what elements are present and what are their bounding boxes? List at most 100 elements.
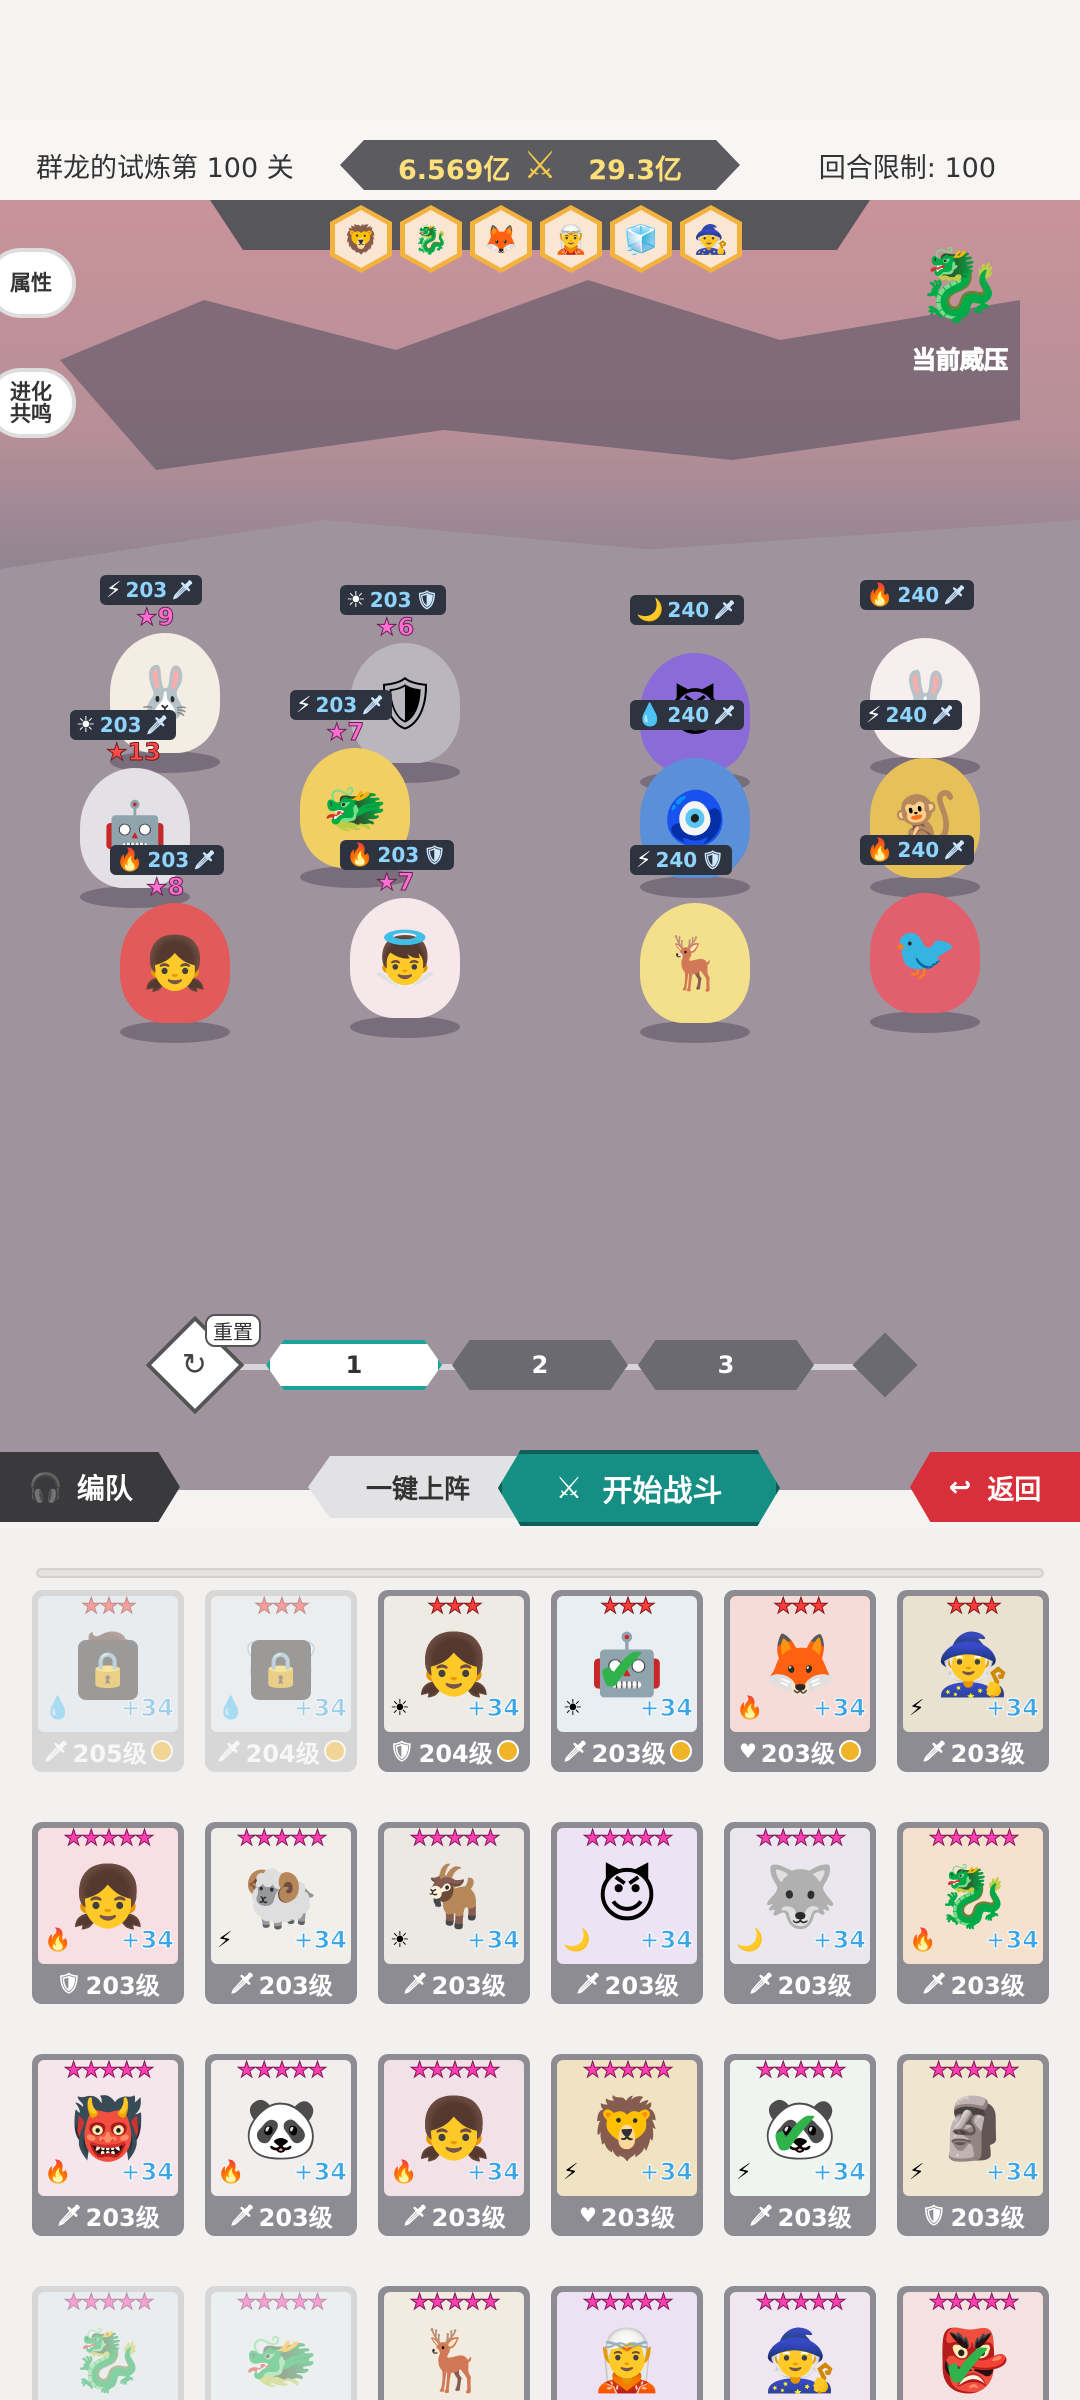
start-battle-button[interactable]: ⚔ 开始战斗: [498, 1450, 780, 1526]
hero-bonus: +34: [985, 1694, 1040, 1723]
hero-level: 203级: [85, 1971, 160, 2000]
hero-level-bar: 🗡 203级: [555, 1966, 699, 2000]
player-unit[interactable]: 🔥 203 🛡 ★7 👼: [320, 840, 490, 1050]
hero-element-icon: ☀: [390, 1696, 410, 1721]
class-icon: 🗡: [931, 704, 955, 726]
hero-bonus: +34: [466, 2158, 521, 2187]
enemy-unit[interactable]: ⚡ 240 🛡 🦌: [610, 845, 780, 1055]
hero-level-bar: 🗡 203级: [728, 1966, 872, 2000]
auto-deploy-button[interactable]: 一键上阵: [308, 1456, 528, 1518]
hero-card[interactable]: 👹 ★★★★★ 🔥 +34 🗡 203级: [32, 2054, 184, 2236]
hero-card[interactable]: 🦌 ★★★★★: [378, 2286, 530, 2400]
hero-bonus: +34: [293, 1926, 348, 1955]
formation-button[interactable]: 🎧 编队: [0, 1452, 180, 1522]
enemy-unit[interactable]: 🔥 240 🗡 🐦: [840, 835, 1010, 1045]
battlefield: 🦁 🐉 🦊 🧝 🧊 🧙 属性 进化 共鸣 🐉 当前威压 ⚡ 203 🗡 ★9 🐰 ☀ 203 🛡 ★6 🛡 ☀…: [0, 200, 1080, 1490]
hero-card[interactable]: 👧 ★★★★★ 🔥 +34 🗡 203级: [378, 2054, 530, 2236]
hero-stars: ★★★★★: [409, 1826, 501, 1852]
hero-element-icon: 🔥: [44, 2160, 72, 2185]
hero-card[interactable]: 🐲 ★★★★★: [205, 2286, 357, 2400]
hero-stars: ★★★★★: [582, 2290, 674, 2316]
hero-level-bar: 🛡 203级: [36, 1966, 180, 2000]
start-battle-label: 开始战斗: [602, 1474, 723, 1509]
hero-card[interactable]: 🐐 ★★★★★ ☀ +34 🗡 203级: [378, 1822, 530, 2004]
gold-coin-icon: [669, 1740, 692, 1762]
class-icon: 🗡: [193, 849, 217, 871]
hero-card[interactable]: 🗿 ★★★★★ ⚡ +34 🛡 203级: [897, 2054, 1049, 2236]
hero-bonus: +34: [985, 1926, 1040, 1955]
evolution-resonance-button[interactable]: 进化 共鸣: [0, 368, 76, 438]
hero-level-bar: 🗡 203级: [209, 1966, 353, 2000]
hero-class-icon: 🗡: [575, 1971, 601, 1995]
unit-level-tag: 🔥 203 🗡: [110, 845, 225, 875]
hero-card[interactable]: 🦊 ★★★ 🔥 +34 ♥ 203级: [724, 1590, 876, 1772]
hero-stars: ★★★★★: [63, 2290, 155, 2316]
hero-level-bar: 🗡 205级: [36, 1734, 180, 1768]
enemy-portrait-image: 🧝: [545, 210, 597, 268]
hero-card[interactable]: 🐻‍❄️★★★🔒💧+34🗡204级: [205, 1590, 357, 1772]
hero-card[interactable]: 👧 ★★★★★ 🔥 +34 🛡 203级: [32, 1822, 184, 2004]
hero-level: 203级: [85, 2203, 160, 2232]
hero-roster[interactable]: 🧔★★★🔒💧+34🗡205级🐻‍❄️★★★🔒💧+34🗡204级👧★★★☀+34🛡…: [0, 1528, 1080, 2400]
floating-rock: [60, 280, 1020, 470]
crossed-swords-icon: ⚔: [522, 143, 558, 187]
hero-element-icon: 🔥: [390, 2160, 418, 2185]
hero-card[interactable]: 🐼 ★★★★★ 🔥 +34 🗡 203级: [205, 2054, 357, 2236]
unit-level-tag: ⚡ 240 🛡: [630, 845, 733, 875]
unit-avatar: 🦌: [640, 903, 750, 1023]
hero-element-icon: 💧: [44, 1696, 72, 1721]
tab-team-3[interactable]: 3: [638, 1340, 814, 1390]
hero-card[interactable]: 🐼 ★★★★★ ✔ ⚡ +34 🗡 203级: [724, 2054, 876, 2236]
enemy-portrait-image: 🦁: [335, 210, 387, 268]
hero-card[interactable]: 🐏 ★★★★★ ⚡ +34 🗡 203级: [205, 1822, 357, 2004]
attributes-button[interactable]: 属性: [0, 248, 76, 318]
hero-bonus: +34: [466, 1926, 521, 1955]
hero-bonus: +34: [293, 1694, 348, 1723]
unit-stars: ★9: [135, 603, 175, 632]
return-arrow-icon: ↩: [948, 1471, 972, 1503]
hero-element-icon: 🌙: [563, 1928, 591, 1953]
hero-stars: ★★★★★: [755, 1826, 847, 1852]
action-bar: 🎧 编队 一键上阵 ⚔ 开始战斗 ↩ 返回: [0, 1448, 1080, 1528]
hero-card[interactable]: 🤖 ★★★ ✔ ☀ +34 🗡 203级: [551, 1590, 703, 1772]
hero-class-icon: 🗡: [921, 1971, 947, 1995]
unit-level: 203: [377, 843, 420, 867]
hero-card[interactable]: 😈 ★★★★★ 🌙 +34 🗡 203级: [551, 1822, 703, 2004]
power-comparison: 6.569亿 ⚔ 29.3亿: [340, 140, 740, 190]
hero-card[interactable]: 🦁 ★★★★★ ⚡ +34 ♥ 203级: [551, 2054, 703, 2236]
gold-coin-icon: [496, 1740, 519, 1762]
tab-team-1[interactable]: 1: [266, 1340, 442, 1390]
hero-class-icon: 🗡: [216, 1739, 242, 1763]
hero-card[interactable]: 👧 ★★★ ☀ +34 🛡 204级: [378, 1590, 530, 1772]
class-icon: 🗡: [943, 839, 967, 861]
player-unit[interactable]: 🔥 203 🗡 ★8 👧: [90, 845, 260, 1055]
hero-card[interactable]: 🧙 ★★★ ⚡ +34 🗡 203级: [897, 1590, 1049, 1772]
hero-level-bar: ♥ 203级: [728, 1734, 872, 1768]
hero-stars: ★★★: [600, 1594, 656, 1620]
hero-card[interactable]: 🐉 ★★★★★: [32, 2286, 184, 2400]
unit-stars: ★6: [375, 613, 415, 642]
back-button[interactable]: ↩ 返回: [910, 1452, 1080, 1522]
tab-team-2[interactable]: 2: [452, 1340, 628, 1390]
hero-card[interactable]: 🐉 ★★★★★ 🔥 +34 🗡 203级: [897, 1822, 1049, 2004]
hero-card[interactable]: 🧙 ★★★★★: [724, 2286, 876, 2400]
hero-card[interactable]: 🐺 ★★★★★ 🌙 +34 🗡 203级: [724, 1822, 876, 2004]
unit-level-tag: 🔥 203 🛡: [340, 840, 455, 870]
hero-class-icon: 🗡: [921, 1739, 947, 1763]
hero-card[interactable]: 👺 ★★★★★ ✔: [897, 2286, 1049, 2400]
hero-bonus: +34: [120, 1694, 175, 1723]
unit-level: 240: [897, 583, 940, 607]
hero-card[interactable]: 🧔★★★🔒💧+34🗡205级: [32, 1590, 184, 1772]
hero-element-icon: ⚡: [217, 1928, 233, 1953]
hero-level: 203级: [604, 1971, 679, 2000]
enemy-power: 29.3亿: [588, 155, 682, 186]
roster-scrollbar[interactable]: [36, 1568, 1044, 1578]
hero-level: 203级: [760, 1739, 836, 1768]
element-icon: ⚡: [296, 692, 312, 718]
enemy-portrait-image: 🐉: [405, 210, 457, 268]
current-pressure[interactable]: 🐉 当前威压: [900, 230, 1020, 380]
unit-level-tag: 💧 240 🗡: [630, 700, 745, 730]
gold-coin-icon: [150, 1740, 173, 1762]
hero-stars: ★★★★★: [928, 1826, 1020, 1852]
hero-card[interactable]: 🧝 ★★★★★: [551, 2286, 703, 2400]
